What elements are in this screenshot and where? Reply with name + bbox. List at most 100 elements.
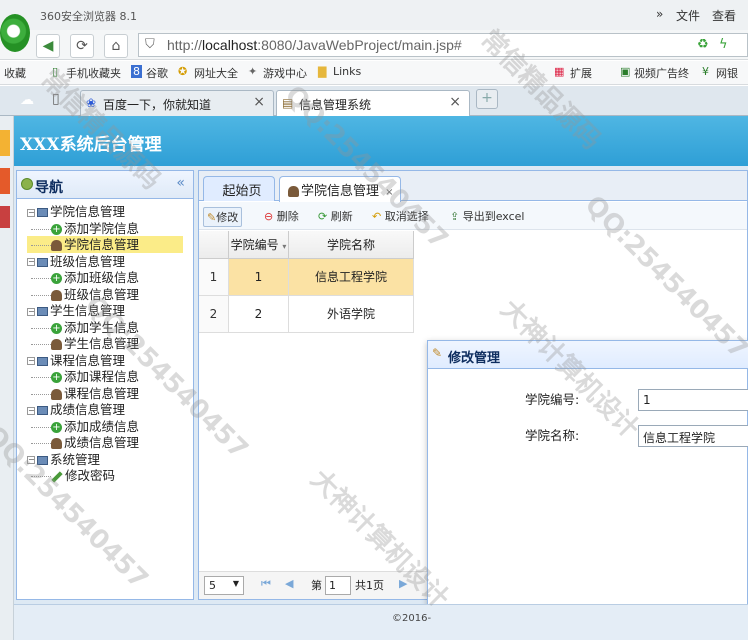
tab-info-system-label: 信息管理系统 (299, 98, 372, 112)
prev-page-icon[interactable]: ◀ (285, 577, 293, 590)
menu-file[interactable]: 文件 (676, 7, 700, 24)
reload-icon: ⟳ (318, 210, 328, 223)
computer-icon (37, 307, 48, 316)
refresh-button[interactable]: ⟳ (70, 34, 94, 58)
chevron-down-icon: ▼ (232, 579, 239, 588)
nav-tree-label: 修改密码 (65, 468, 116, 483)
app-title: XXX系统后台管理 (20, 135, 162, 155)
phone-icon: ▯ (52, 65, 59, 78)
tab-start-page[interactable]: 起始页 (203, 176, 275, 201)
doc-icon: ▤ (282, 96, 294, 110)
edit-button[interactable]: ✎修改 (203, 207, 243, 227)
chevron-icon[interactable]: » (656, 7, 663, 21)
recycle-icon[interactable]: ♻ (697, 37, 709, 52)
nav-tree-item[interactable]: 课程信息管理 (27, 385, 183, 402)
delete-button[interactable]: ⊖ 删除 (261, 207, 302, 225)
add-icon: + (51, 273, 62, 284)
computer-icon (37, 257, 48, 267)
first-page-icon[interactable]: ⏮ (261, 577, 271, 591)
lightning-icon[interactable]: ϟ (719, 37, 728, 52)
phone-tab-icon[interactable]: ▯ (52, 91, 60, 107)
user-icon (51, 339, 62, 350)
nav-tree-item[interactable]: + 添加班级信息 (27, 269, 183, 286)
edit-dialog: ✎ 修改管理 学院编号: 1 学院名称: 信息工程学院 (427, 340, 748, 640)
row-number: 2 (199, 296, 229, 333)
computer-icon (37, 455, 48, 465)
video-icon: ▣ (620, 65, 631, 78)
tab-start-label: 起始页 (222, 184, 262, 199)
home-button[interactable]: ⌂ (104, 34, 128, 58)
bookmark-favorites[interactable]: 收藏 (4, 65, 26, 81)
page-size-select[interactable]: 5 ▼ (204, 576, 244, 595)
close-icon[interactable]: × (253, 94, 265, 110)
url-text: http://localhost:8080/JavaWebProject/mai… (167, 37, 462, 53)
toggle-icon[interactable]: − (27, 357, 35, 365)
page-number-input[interactable]: 1 (325, 576, 351, 595)
nav-tree-item[interactable]: 班级信息管理 (27, 286, 183, 303)
nav-tree-label: 学生信息管理 (64, 336, 140, 351)
nav-tree-item[interactable]: 学生信息管理 (27, 335, 183, 352)
table-cell-id[interactable]: 2 (229, 296, 289, 333)
grid-toolbar: ✎修改 ⊖ 删除 ⟳ 刷新 ↶ 取消选择 ⇪ 导出到excel (199, 202, 747, 230)
table-cell-name[interactable]: 外语学院 (289, 296, 414, 333)
close-icon[interactable]: × (385, 187, 393, 198)
bookmark-extensions[interactable]: 扩展 (570, 65, 592, 81)
bookmark-video[interactable]: 视频广告终 (634, 65, 689, 81)
close-icon[interactable]: × (449, 94, 461, 110)
sidebar-folder-icon[interactable] (0, 130, 10, 156)
college-id-field[interactable]: 1 (638, 389, 748, 411)
nav-tree-item[interactable]: − 课程信息管理 (27, 352, 183, 369)
browser-logo-icon[interactable] (0, 14, 30, 52)
nav-tree-item[interactable]: − 学院信息管理 (27, 203, 183, 220)
tab-info-system[interactable]: ▤ 信息管理系统 × (276, 90, 470, 117)
toggle-icon[interactable]: − (27, 258, 35, 266)
add-icon: + (51, 322, 62, 334)
nav-icon: ✪ (178, 65, 188, 78)
nav-tree-item[interactable]: − 成绩信息管理 (27, 401, 183, 418)
user-icon (51, 240, 62, 251)
bookmark-google[interactable]: 谷歌 (146, 65, 168, 81)
cloud-icon[interactable]: ☁ (20, 92, 34, 108)
sidebar-rss-icon[interactable] (0, 168, 10, 194)
toggle-icon[interactable]: − (27, 456, 35, 464)
college-name-field[interactable]: 信息工程学院 (638, 425, 748, 447)
bookmark-mobile[interactable]: 手机收藏夹 (66, 65, 121, 81)
toggle-icon[interactable]: − (27, 406, 35, 415)
table-cell-name[interactable]: 信息工程学院 (289, 259, 414, 296)
nav-tree-item[interactable]: 成绩信息管理 (27, 434, 183, 451)
nav-tree-item[interactable]: + 添加学院信息 (27, 220, 183, 237)
toggle-icon[interactable]: − (27, 208, 35, 217)
toggle-icon[interactable]: − (27, 307, 35, 316)
sidebar-app-icon[interactable] (0, 206, 10, 228)
bookmark-sites[interactable]: 网址大全 (194, 65, 238, 81)
cancel-select-button[interactable]: ↶ 取消选择 (369, 207, 432, 225)
nav-tree-item[interactable]: + 添加成绩信息 (27, 418, 183, 435)
nav-tree-item[interactable]: 学院信息管理 (27, 236, 183, 253)
refresh-grid-button[interactable]: ⟳ 刷新 (315, 207, 356, 225)
tab-college-info[interactable]: 学院信息管理 × (279, 176, 401, 202)
nav-tree-item[interactable]: + 添加课程信息 (27, 368, 183, 385)
dialog-header: ✎ 修改管理 (428, 341, 748, 369)
export-button[interactable]: ⇪ 导出到excel (447, 207, 527, 225)
url-bar[interactable]: ⛉ http://localhost:8080/JavaWebProject/m… (138, 33, 748, 57)
nav-tree-item[interactable]: − 系统管理 (27, 451, 183, 468)
new-tab-button[interactable]: + (476, 89, 498, 109)
bookmark-links[interactable]: Links (333, 65, 361, 78)
shield-icon: ⛉ (145, 37, 155, 52)
grid-header-name[interactable]: 学院名称 (289, 231, 414, 259)
nav-tree-item[interactable]: + 添加学生信息 (27, 319, 183, 336)
bookmark-bank[interactable]: 网银 (716, 65, 738, 81)
back-button[interactable]: ◀ (36, 34, 60, 58)
nav-tree-item[interactable]: − 班级信息管理 (27, 253, 183, 270)
google-icon: 8 (131, 65, 142, 78)
nav-tree-item[interactable]: − 学生信息管理 (27, 302, 183, 319)
bookmark-games[interactable]: 游戏中心 (263, 65, 307, 81)
collapse-icon[interactable]: « (176, 175, 185, 191)
tab-baidu[interactable]: ❀ 百度一下，你就知道 × (80, 90, 274, 116)
main-tabs: 起始页 学院信息管理 × (199, 171, 747, 202)
nav-tree-item[interactable]: 修改密码 (27, 467, 183, 484)
next-page-icon[interactable]: ▶ (399, 577, 407, 590)
menu-view[interactable]: 查看 (712, 7, 736, 24)
table-cell-id[interactable]: 1 (229, 259, 289, 296)
grid-header-id[interactable]: 学院编号 ▾ (229, 231, 289, 259)
